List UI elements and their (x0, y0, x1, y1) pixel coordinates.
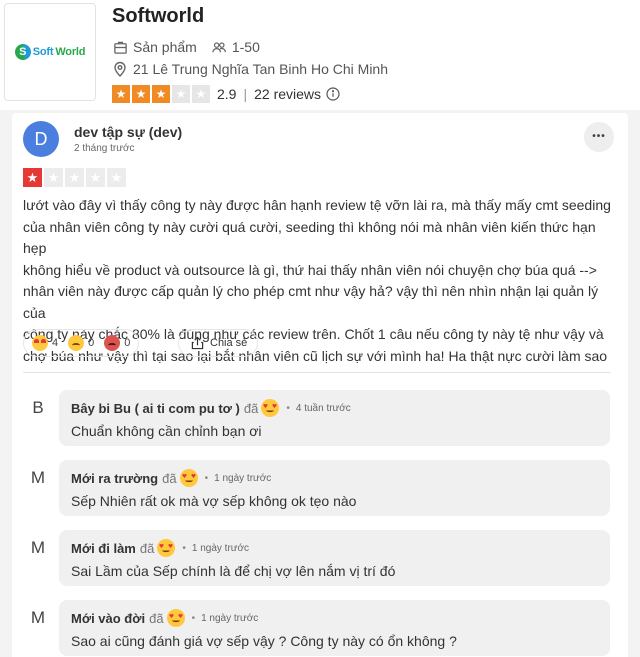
reaction-count: 0 (88, 337, 95, 349)
reaction-sad[interactable]: 0 (68, 335, 94, 351)
star-icon: ★ (152, 85, 170, 103)
logo-text-soft: Soft (32, 46, 54, 58)
heart-eyes-emoji-icon (157, 539, 176, 557)
avatar[interactable]: D (23, 121, 59, 157)
comment-author[interactable]: Mới ra trường (71, 471, 158, 486)
comment-bubble: Mới vào đời đã • 1 ngày trước Sao ai cũn… (59, 600, 610, 656)
star-icon: ★ (112, 85, 130, 103)
divider (23, 372, 611, 373)
sad-emoji-icon (68, 335, 85, 351)
company-address: 21 Lê Trung Nghĩa Tan Binh Ho Chi Minh (112, 61, 388, 77)
comment-text: Chuẩn không cần chỉnh bạn ơi (71, 423, 262, 439)
star-icon: ★ (172, 85, 190, 103)
company-logo[interactable]: S Soft World (4, 3, 96, 101)
comment-item: M Mới vào đời đã • 1 ngày trước Sao ai c… (12, 600, 628, 657)
company-category-label: Sản phẩm (133, 39, 197, 55)
comment-reaction-label: đã (139, 540, 155, 556)
reactions-bar[interactable]: 4 0 0 (23, 329, 140, 357)
comment-avatar[interactable]: B (29, 398, 47, 418)
star-icon: ★ (107, 168, 126, 187)
comment-header: Mới đi làm đã • 1 ngày trước (71, 538, 249, 558)
reaction-heart-eyes[interactable]: 4 (32, 335, 58, 351)
comment-dot: • (286, 402, 290, 414)
comment-header: Mới vào đời đã • 1 ngày trước (71, 608, 258, 628)
rating-separator: | (243, 86, 248, 102)
review-time: 2 tháng trước (74, 143, 135, 154)
company-size: 1-50 (211, 39, 260, 55)
logo-wordmark: S Soft World (14, 44, 86, 60)
company-header: S Soft World Softworld Sản phẩm 1-50 21 … (0, 0, 640, 110)
comment-header: Mới ra trường đã • 1 ngày trước (71, 468, 271, 488)
star-icon: ★ (132, 85, 150, 103)
more-dots-icon: ••• (592, 131, 606, 142)
building-icon (112, 39, 128, 55)
comment-text: Sai Lầm của Sếp chính là để chị vợ lên n… (71, 563, 396, 579)
reviews-count-link[interactable]: 22 reviews (254, 86, 321, 102)
reaction-angry[interactable]: 0 (104, 335, 130, 351)
heart-eyes-emoji-icon (179, 469, 198, 487)
comment-dot: • (191, 612, 196, 624)
comment-time: 1 ngày trước (201, 612, 259, 624)
company-name[interactable]: Softworld (112, 5, 204, 28)
people-icon (211, 39, 227, 55)
share-icon (189, 335, 205, 351)
comment-avatar[interactable]: M (29, 468, 47, 488)
comment-reaction-label: đã (243, 400, 259, 416)
comment-time: 1 ngày trước (191, 542, 250, 554)
comment-bubble: Mới ra trường đã • 1 ngày trước Sếp Nhiê… (59, 460, 610, 516)
comment-author[interactable]: Mới đi làm (71, 541, 136, 556)
heart-eyes-emoji-icon (261, 399, 280, 417)
reaction-count: 0 (124, 337, 131, 349)
review-line: lướt vào đây vì thấy công ty này được hâ… (23, 197, 611, 213)
company-address-row: 21 Lê Trung Nghĩa Tan Binh Ho Chi Minh (112, 61, 402, 77)
star-icon: ★ (44, 168, 63, 187)
comment-item: M Mới ra trường đã • 1 ngày trước Sếp Nh… (12, 460, 628, 524)
star-icon: ★ (65, 168, 84, 187)
comment-author[interactable]: Bây bi Bu ( ai ti com pu tơ ) (71, 401, 240, 416)
info-icon[interactable] (325, 86, 341, 102)
star-icon: ★ (23, 168, 42, 187)
location-pin-icon (112, 61, 128, 77)
comment-bubble: Bây bi Bu ( ai ti com pu tơ ) đã • 4 tuầ… (59, 390, 610, 446)
share-button[interactable]: Chia sẻ (178, 329, 259, 357)
comment-header: Bây bi Bu ( ai ti com pu tơ ) đã • 4 tuầ… (71, 398, 351, 418)
comment-time: 1 ngày trước (214, 472, 272, 484)
share-label: Chia sẻ (210, 337, 248, 349)
star-icon: ★ (86, 168, 105, 187)
company-rating-row: ★ ★ ★ ★ ★ 2.9 | 22 reviews (112, 85, 341, 103)
comment-dot: • (182, 542, 186, 554)
comment-text: Sếp Nhiên rất ok mà vợ sếp không ok tẹo … (71, 493, 357, 509)
comment-dot: • (204, 472, 209, 484)
company-meta: Sản phẩm 1-50 (112, 39, 274, 55)
comment-reaction-label: đã (162, 470, 177, 486)
review-card: D dev tập sự (dev) 2 tháng trước ••• ★ ★… (12, 113, 628, 657)
reaction-count: 4 (52, 337, 59, 349)
comment-author[interactable]: Mới vào đời (71, 611, 145, 626)
comment-item: M Mới đi làm đã • 1 ngày trước Sai Lầm c… (12, 530, 628, 594)
comment-time: 4 tuần trước (295, 402, 351, 414)
rating-value: 2.9 (217, 86, 237, 102)
review-line: nhân viên này được cấp quản lý cho phép … (23, 283, 599, 321)
comment-avatar[interactable]: M (29, 608, 47, 628)
review-line: của nhân viên công ty này cười quá cười,… (23, 218, 596, 257)
angry-emoji-icon (104, 335, 121, 351)
company-address-label: 21 Lê Trung Nghĩa Tan Binh Ho Chi Minh (133, 61, 389, 77)
comment-bubble: Mới đi làm đã • 1 ngày trước Sai Lầm của… (59, 530, 610, 586)
more-options-button[interactable]: ••• (584, 122, 614, 152)
comment-reaction-label: đã (149, 610, 164, 626)
review-rating-stars: ★ ★ ★ ★ ★ (23, 168, 126, 187)
review-author[interactable]: dev tập sự (dev) (74, 124, 182, 140)
company-size-label: 1-50 (231, 39, 260, 55)
comment-text: Sao ai cũng đánh giá vợ sếp vậy ? Công t… (71, 633, 457, 649)
company-rating-stars: ★ ★ ★ ★ ★ (112, 85, 210, 103)
star-icon: ★ (192, 85, 210, 103)
company-category: Sản phẩm (112, 39, 197, 55)
logo-mark: S (14, 44, 31, 60)
heart-eyes-emoji-icon (32, 335, 48, 351)
logo-text-world: World (55, 46, 86, 58)
review-line: không hiểu về product và outsource là gì… (23, 261, 597, 278)
comment-item: B Bây bi Bu ( ai ti com pu tơ ) đã • 4 t… (12, 390, 628, 454)
heart-eyes-emoji-icon (166, 609, 185, 627)
comment-avatar[interactable]: M (29, 538, 47, 558)
